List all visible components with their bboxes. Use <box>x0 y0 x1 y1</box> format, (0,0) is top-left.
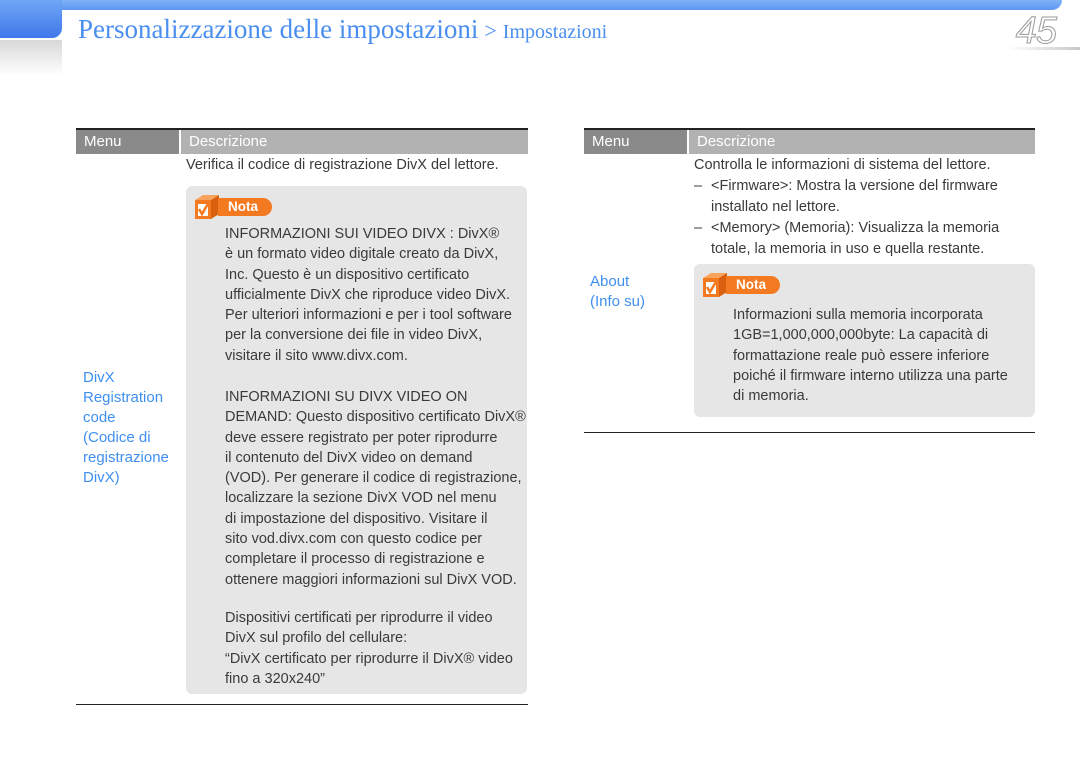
page-title: Personalizzazione delle impostazioni > Imp… <box>78 14 607 45</box>
note-badge: Nota <box>193 194 272 220</box>
menu-label-line: (Codice di <box>83 429 151 446</box>
table-header: Menu Descrizione <box>76 128 528 154</box>
note-line: DEMAND: Questo dispositivo certificato D… <box>225 409 526 426</box>
note-line: 1GB=1,000,000,000byte: La capacità di <box>733 327 989 344</box>
menu-label-line: DivX <box>83 369 115 386</box>
list-item-line: installato nel lettore. <box>711 199 840 215</box>
note-line: per la conversione dei file in video Div… <box>225 327 483 344</box>
checkbox-cube-icon <box>703 273 727 297</box>
description-line: Controlla le informazioni di sistema del… <box>694 157 991 173</box>
note-line: è un formato video digitale creato da Di… <box>225 246 499 263</box>
column-header-description: Descrizione <box>687 130 1035 154</box>
note-line: deve essere registrato per poter riprodu… <box>225 429 498 446</box>
row-description: Verifica il codice di registrazione DivX… <box>186 157 499 173</box>
note-line: ottenere maggiori informazioni sul DivX … <box>225 571 517 588</box>
note-line: Informazioni sulla memoria incorporata <box>733 307 983 323</box>
list-item-line: <Memory> (Memoria): Visualizza la memori… <box>711 220 1000 236</box>
note-line: (VOD). Per generare il codice di registr… <box>225 470 522 487</box>
note-line: Inc. Questo è un dispositivo certificato <box>225 266 470 283</box>
column-header-menu: Menu <box>76 130 179 154</box>
note-line: INFORMAZIONI SU DIVX VIDEO ON <box>225 389 468 405</box>
note-label: Nota <box>218 198 272 216</box>
subsection-title: Impostazioni <box>502 21 608 43</box>
note-line: di impostazione del dispositivo. Visitar… <box>225 510 488 527</box>
row-description: Controlla le informazioni di sistema del… <box>694 155 999 260</box>
list-item-line: totale, la memoria in uso e quella resta… <box>711 241 985 257</box>
section-title: Personalizzazione delle impostazioni <box>78 14 479 44</box>
header-tab-shadow <box>0 40 62 76</box>
note-paragraph-vod: INFORMAZIONI SU DIVX VIDEO ON DEMAND: Qu… <box>225 387 526 590</box>
menu-label-line: code <box>83 409 116 426</box>
note-line: INFORMAZIONI SUI VIDEO DIVX : DivX® <box>225 226 500 242</box>
table-bottom-rule <box>584 432 1035 433</box>
column-header-menu: Menu <box>584 130 687 154</box>
menu-label-line: registrazione <box>83 449 169 466</box>
note-line: di memoria. <box>733 388 809 405</box>
note-line: formattazione reale può essere inferiore <box>733 347 990 364</box>
note-line: localizzare la sezione DivX VOD nel menu <box>225 490 497 507</box>
note-paragraph-divx-info: INFORMAZIONI SUI VIDEO DIVX : DivX® è un… <box>225 224 512 366</box>
note-line: completare il processo di registrazione … <box>225 551 485 568</box>
note-memory-info: Informazioni sulla memoria incorporata 1… <box>733 305 1008 406</box>
list-item-line: <Firmware>: Mostra la versione del firmw… <box>711 178 998 194</box>
note-line: fino a 320x240” <box>225 670 325 687</box>
header-tab <box>0 0 62 38</box>
settings-table-left: Menu Descrizione <box>76 128 528 154</box>
column-header-description: Descrizione <box>179 130 528 154</box>
header-band <box>0 0 1062 10</box>
list-item-text: <Memory> (Memoria): Visualizza la memori… <box>711 218 999 260</box>
settings-table-right: Menu Descrizione <box>584 128 1035 154</box>
menu-label-line: DivX) <box>83 469 120 486</box>
menu-label-line: (Info su) <box>590 293 646 310</box>
dash-bullet: – <box>694 178 703 194</box>
note-line: “DivX certificato per riprodurre il DivX… <box>225 650 513 667</box>
note-line: ufficialmente DivX che riproduce video D… <box>225 286 511 303</box>
note-label: Nota <box>726 276 780 294</box>
list-item-text: <Firmware>: Mostra la versione del firmw… <box>711 176 998 218</box>
note-line: visitare il sito www.divx.com. <box>225 347 408 364</box>
checkbox-cube-icon <box>195 195 219 219</box>
menu-label-line: About <box>590 273 630 290</box>
menu-label-line: Registration <box>83 389 164 406</box>
table-bottom-rule <box>76 704 528 705</box>
page-number-underline <box>1008 47 1080 50</box>
note-paragraph-certified-devices: Dispositivi certificati per riprodurre i… <box>225 608 513 689</box>
note-line: il contenuto del DivX video on demand <box>225 449 473 466</box>
note-line: sito vod.divx.com con questo codice per <box>225 531 483 548</box>
breadcrumb-separator: > <box>484 18 497 43</box>
note-badge: Nota <box>701 272 780 298</box>
note-line: Dispositivi certificati per riprodurre i… <box>225 610 493 626</box>
menu-item-divx-registration-code[interactable]: DivX Registration code (Codice di regist… <box>83 368 169 488</box>
list-item-memory: – <Memory> (Memoria): Visualizza la memo… <box>694 218 999 260</box>
note-line: Per ulteriori informazioni e per i tool … <box>225 307 512 324</box>
note-line: poiché il firmware interno utilizza una … <box>733 367 1008 384</box>
note-line: DivX sul profilo del cellulare: <box>225 630 408 647</box>
list-item-firmware: – <Firmware>: Mostra la versione del fir… <box>694 176 999 218</box>
table-header: Menu Descrizione <box>584 128 1035 154</box>
dash-bullet: – <box>694 220 703 236</box>
menu-item-about[interactable]: About (Info su) <box>590 272 645 312</box>
